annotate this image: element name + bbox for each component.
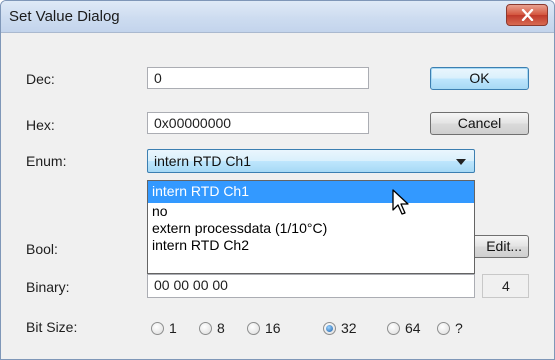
hex-label: Hex: <box>26 117 55 133</box>
enum-combobox[interactable]: intern RTD Ch1 <box>147 149 475 173</box>
binary-label: Binary: <box>26 279 70 295</box>
hex-field[interactable]: 0x00000000 <box>147 112 369 134</box>
radio-circle[interactable] <box>323 322 336 335</box>
mouse-pointer-icon <box>392 189 409 215</box>
close-icon <box>521 9 534 21</box>
radio-circle[interactable] <box>247 322 260 335</box>
radio-circle[interactable] <box>437 322 450 335</box>
cancel-button[interactable]: Cancel <box>430 112 529 135</box>
bit-size-option-label: 8 <box>217 320 225 336</box>
dec-label: Dec: <box>26 71 55 87</box>
enum-option[interactable]: extern processdata (1/10°C) <box>148 220 474 237</box>
dec-field[interactable]: 0 <box>147 67 369 89</box>
enum-option[interactable]: intern RTD Ch1 <box>148 181 474 203</box>
radio-circle[interactable] <box>387 322 400 335</box>
close-button[interactable] <box>506 4 548 26</box>
radio-circle[interactable] <box>151 322 164 335</box>
edit-button[interactable]: Edit... <box>471 235 529 258</box>
enum-option[interactable]: intern RTD Ch2 <box>148 237 474 254</box>
bit-size-option-label: 32 <box>341 320 357 336</box>
set-value-dialog: Set Value Dialog Dec: 0 Hex: 0x00000000 … <box>0 0 555 360</box>
enum-option[interactable]: no <box>148 203 474 220</box>
bit-size-option-label: 16 <box>265 320 281 336</box>
enum-dropdown-list: intern RTD Ch1 no extern processdata (1/… <box>147 180 475 274</box>
bit-size-option-label: ? <box>455 320 463 336</box>
bit-size-option-label: 64 <box>405 320 421 336</box>
chevron-down-icon[interactable] <box>456 159 466 165</box>
radio-circle[interactable] <box>199 322 212 335</box>
bit-size-option-label: 1 <box>169 320 177 336</box>
byte-count: 4 <box>482 274 529 298</box>
binary-field[interactable]: 00 00 00 00 <box>147 274 475 298</box>
title-bar: Set Value Dialog <box>1 1 554 33</box>
bit-size-label: Bit Size: <box>26 319 78 335</box>
enum-selected-value: intern RTD Ch1 <box>154 153 252 169</box>
window-title: Set Value Dialog <box>9 8 120 25</box>
ok-button[interactable]: OK <box>430 67 529 90</box>
bool-label: Bool: <box>26 241 58 257</box>
enum-label: Enum: <box>26 153 67 169</box>
